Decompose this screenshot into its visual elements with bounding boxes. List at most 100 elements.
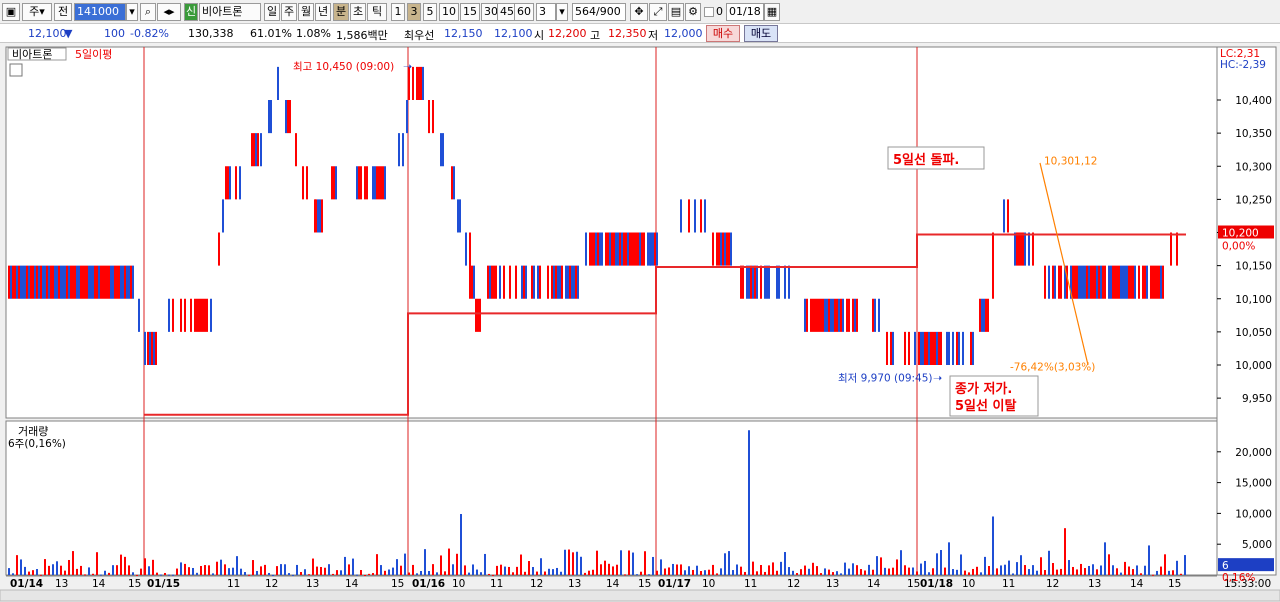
volume-bar [1068,560,1070,575]
up-bar [1102,265,1104,299]
volume-bar [464,565,466,575]
up-bar [50,265,52,299]
down-bar [854,298,856,332]
interval-10[interactable]: 10 [439,3,459,21]
up-bar [190,298,192,332]
up-bar [1066,265,1068,299]
up-bar [40,265,42,299]
tab-minute[interactable]: 분 [333,3,349,21]
interval-select[interactable]: 3 [536,3,556,21]
code-dropdown-icon[interactable]: ▾ [126,3,138,21]
interval-60[interactable]: 60 [514,3,534,21]
tab-tick[interactable]: 틱 [367,3,387,21]
volume-bar [992,516,994,575]
x-axis-label: 14 [345,578,359,590]
tab-year[interactable]: 년 [315,3,331,21]
sell-button[interactable]: 매도 [744,25,778,42]
up-bar [613,232,615,266]
up-bar [26,265,28,299]
x-axis-label: 14 [867,578,881,590]
save-icon[interactable]: ▤ [668,3,684,21]
jeon-button[interactable]: 전 [54,3,72,21]
current-price-label: 10,200 [1222,228,1259,240]
up-bar [412,66,414,100]
down-bar [952,331,954,365]
up-bar [202,298,204,332]
checkbox[interactable] [704,7,714,17]
up-bar [908,331,910,365]
tab-month[interactable]: 월 [298,3,314,21]
up-bar [716,232,718,266]
down-bar [752,265,754,299]
volume-bar [380,565,382,575]
up-bar [726,232,728,266]
interval-dropdown-icon[interactable]: ▾ [556,3,568,21]
stock-name[interactable]: 비아트론 [199,3,261,21]
down-bar [92,265,94,299]
up-bar [1090,265,1092,299]
tab-week[interactable]: 주 [281,3,297,21]
up-bar [124,265,126,299]
window-icon[interactable]: ▣ [2,3,20,21]
up-bar [289,100,291,134]
calendar-icon[interactable]: ▦ [764,3,780,21]
volume-bar [580,556,582,575]
date-input[interactable]: 01/18 [726,3,764,21]
volume-bar [396,559,398,575]
type-select[interactable]: 주▾ [22,3,52,21]
volume-bar [832,572,834,575]
up-bar [814,298,816,332]
volume-bar [1028,569,1030,575]
up-bar [1130,265,1132,299]
volume-bar [1176,560,1178,575]
volume-axis-label: 20,000 [1235,447,1272,459]
up-bar [1158,265,1160,299]
down-bar [920,331,922,365]
up-bar [654,232,656,266]
down-bar [1054,265,1056,299]
interval-5[interactable]: 5 [423,3,437,21]
settings-icon[interactable]: ⚙ [685,3,701,21]
volume-bar [1032,565,1034,575]
down-bar [720,232,722,266]
price-chart[interactable]: 10,400 10,350 10,300 10,250 10,200 10,150 10,1… [0,43,1280,602]
volume-bar [948,542,950,575]
tab-day[interactable]: 일 [264,3,280,21]
volume-ratio: 61.01% [250,27,292,40]
volume-bar [944,567,946,575]
volume-bar [56,561,58,575]
volume-bar [740,566,742,575]
interval-3[interactable]: 3 [407,3,421,21]
up-bar [487,265,489,299]
crosshair-icon[interactable]: ✥ [630,3,648,21]
open-label: 시 [534,29,545,42]
volume-bar [652,556,654,575]
count-display[interactable]: 564/900 [572,3,626,21]
volume-bar [764,571,766,575]
sound-icon[interactable]: ◂▸ [157,3,181,21]
volume-bar [1184,555,1186,575]
search-icon[interactable]: ⌕ [140,3,156,21]
up-bar [828,298,830,332]
volume-bar [668,567,670,575]
up-bar [333,166,335,200]
checkbox-label: 0 [716,5,723,18]
volume-bar [888,568,890,575]
code-input[interactable]: 141000 [74,3,126,21]
down-bar [565,265,567,299]
draw-line-icon[interactable]: ⤢ [649,3,667,21]
up-bar [477,298,479,332]
up-bar [302,166,304,200]
down-bar [255,133,257,167]
volume-bar [504,566,506,575]
interval-15[interactable]: 15 [460,3,480,21]
tab-second[interactable]: 초 [350,3,366,21]
volume-bar [1024,565,1026,575]
volume-bar [1044,570,1046,575]
volume-bar [28,571,30,575]
interval-1[interactable]: 1 [391,3,405,21]
buy-button[interactable]: 매수 [706,25,740,42]
volume-bar [248,574,250,576]
down-bar [90,265,92,299]
up-bar [700,199,702,233]
